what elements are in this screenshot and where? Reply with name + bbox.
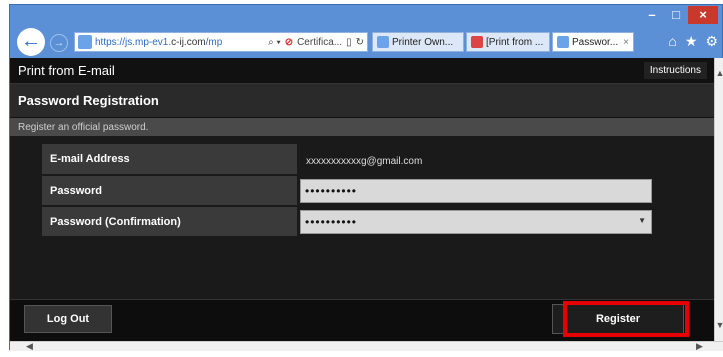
tab-printer-owner[interactable]: Printer Own... — [372, 32, 464, 52]
tab-label: [Print from ... — [486, 36, 544, 48]
scroll-up-icon[interactable]: ▲ — [715, 68, 723, 78]
horizontal-scrollbar[interactable]: ◀ ▶ — [10, 341, 723, 351]
autocomplete-dropdown-icon[interactable]: ▼ — [638, 216, 646, 225]
browser-toolbar-icons: ⌂ ★ ⚙ — [660, 33, 718, 50]
address-url-suffix: /mp — [205, 36, 223, 48]
register-label: Register — [595, 313, 641, 325]
vertical-scrollbar[interactable]: ▲ ▼ — [714, 58, 723, 341]
home-icon[interactable]: ⌂ — [668, 33, 676, 50]
browser-toolbar: ← → https://js.mp-ev1.c-ij.com/mp ⌕ ▾ ⊘ … — [10, 27, 723, 57]
tab-password[interactable]: Passwor... × — [552, 32, 634, 52]
settings-gear-icon[interactable]: ⚙ — [705, 33, 718, 50]
logout-button[interactable]: Log Out — [24, 305, 112, 333]
address-url[interactable]: https://js.mp-ev1.c-ij.com/mp — [95, 37, 264, 48]
password-confirmation-field[interactable] — [300, 209, 652, 234]
forward-button[interactable]: → — [50, 34, 68, 52]
form-row-password: Password — [42, 175, 654, 207]
close-window-button[interactable]: × — [688, 6, 718, 24]
register-button[interactable]: Register — [552, 304, 684, 334]
form-table: E-mail Address xxxxxxxxxxxg@gmail.com Pa… — [42, 144, 654, 238]
browser-window: – □ × ← → https://js.mp-ev1.c-ij.com/mp … — [9, 4, 723, 351]
tab-label: Passwor... — [572, 36, 619, 48]
ie-page-icon — [377, 36, 389, 48]
tab-close-icon[interactable]: × — [619, 37, 629, 48]
password-label: Password — [42, 175, 297, 207]
favorites-star-icon[interactable]: ★ — [685, 33, 698, 50]
scroll-down-icon[interactable]: ▼ — [715, 320, 723, 330]
password-confirmation-label: Password (Confirmation) — [42, 206, 297, 238]
certificate-label[interactable]: Certifica... — [297, 37, 342, 48]
back-button[interactable]: ← — [17, 28, 45, 56]
scroll-left-icon[interactable]: ◀ — [26, 341, 33, 352]
footer-bar: Log Out Register — [10, 299, 714, 341]
window-caption-buttons: – □ × — [640, 6, 718, 24]
section-description: Register an official password. — [10, 118, 714, 136]
tab-print-from[interactable]: [Print from ... — [466, 32, 550, 52]
address-tools: ⌕ ▾ ⊘ Certifica... ▯ ↻ — [264, 37, 367, 48]
compatibility-icon[interactable]: ▯ — [346, 37, 352, 48]
email-label: E-mail Address — [42, 144, 297, 176]
tab-label: Printer Own... — [392, 36, 454, 48]
section-title: Password Registration — [10, 84, 714, 118]
search-icon[interactable]: ⌕ ▾ — [268, 37, 281, 48]
email-value: xxxxxxxxxxxg@gmail.com — [306, 155, 423, 167]
page-favicon-icon — [78, 35, 92, 49]
registration-form: E-mail Address xxxxxxxxxxxg@gmail.com Pa… — [10, 136, 714, 286]
form-row-password-confirmation: Password (Confirmation) ▼ — [42, 206, 654, 238]
gmail-icon — [471, 36, 483, 48]
certificate-error-icon[interactable]: ⊘ — [285, 37, 293, 48]
address-bar[interactable]: https://js.mp-ev1.c-ij.com/mp ⌕ ▾ ⊘ Cert… — [74, 32, 368, 52]
scroll-right-icon[interactable]: ▶ — [696, 341, 703, 352]
ie-page-icon — [557, 36, 569, 48]
refresh-icon[interactable]: ↻ — [356, 37, 364, 48]
app-header: Print from E-mail Instructions — [10, 58, 714, 84]
form-row-email: E-mail Address xxxxxxxxxxxg@gmail.com — [42, 144, 654, 176]
password-field[interactable] — [300, 178, 652, 203]
instructions-button[interactable]: Instructions — [643, 62, 707, 79]
address-url-prefix: https://js.mp-ev1. — [95, 36, 172, 48]
maximize-button[interactable]: □ — [664, 6, 688, 24]
minimize-button[interactable]: – — [640, 6, 664, 24]
page-viewport: Print from E-mail Instructions Password … — [10, 58, 714, 341]
password-confirmation-wrap: ▼ — [300, 209, 652, 234]
address-url-domain: c-ij.com — [171, 36, 206, 48]
app-title: Print from E-mail — [18, 63, 115, 78]
